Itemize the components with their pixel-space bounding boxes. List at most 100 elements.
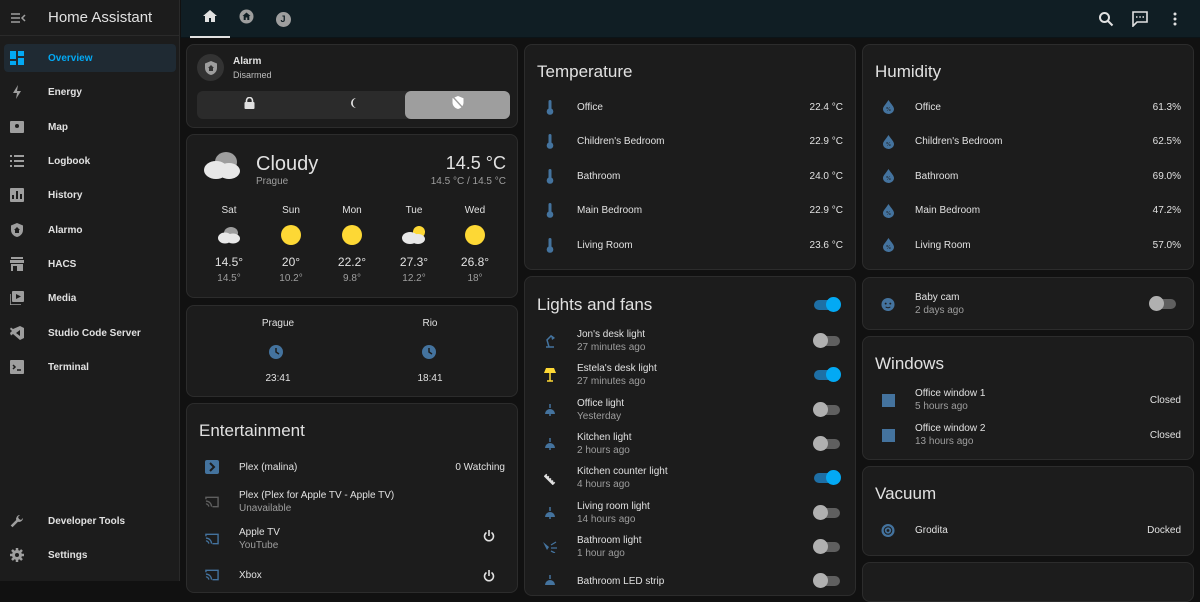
light-toggle[interactable] — [813, 504, 840, 520]
sidebar-item-media[interactable]: Media — [4, 284, 176, 312]
sidebar-item-history[interactable]: History — [4, 181, 176, 209]
assist-icon[interactable] — [1132, 11, 1148, 28]
card-title: Temperature — [537, 62, 633, 81]
search-icon[interactable] — [1098, 11, 1114, 27]
sidebar-item-label: HACS — [48, 258, 77, 270]
window-closed-icon — [881, 428, 895, 442]
light-row[interactable]: Kitchen light 2 hours ago — [525, 427, 855, 461]
forecast-high: 26.8° — [460, 255, 490, 269]
babycam-updated: 2 days ago — [915, 305, 964, 316]
media-row-plex-apple-tv[interactable]: Plex (Plex for Apple TV - Apple TV) Unava… — [187, 485, 517, 519]
sensor-value: 69.0% — [1152, 170, 1181, 182]
sidebar-item-hacs[interactable]: HACS — [4, 250, 176, 278]
arm-night-button[interactable] — [301, 91, 405, 119]
media-row-xbox[interactable]: Xbox — [187, 558, 517, 592]
cast-icon — [205, 495, 219, 509]
window-name: Office window 2 — [915, 423, 986, 434]
media-value: 0 Watching — [455, 461, 505, 473]
temperature-row[interactable]: Main Bedroom 22.9 °C — [525, 194, 855, 228]
light-row[interactable]: Living room light 14 hours ago — [525, 496, 855, 530]
media-row-apple-tv[interactable]: Apple TV YouTube — [187, 522, 517, 556]
cloudy-icon — [214, 223, 244, 247]
humidity-row[interactable]: % Living Room 57.0% — [863, 228, 1193, 262]
weather-card[interactable]: Cloudy Prague 14.5 °C 14.5 °C / 14.5 °C … — [186, 134, 518, 298]
app-title: Home Assistant — [48, 9, 153, 26]
light-row[interactable]: Estela's desk light 27 minutes ago — [525, 358, 855, 392]
light-toggle[interactable] — [813, 401, 840, 417]
sidebar-item-logbook[interactable]: Logbook — [4, 147, 176, 175]
more-vertical-icon[interactable] — [1167, 11, 1183, 27]
sidebar-header: Home Assistant — [0, 0, 179, 36]
tab-user-j[interactable]: J — [263, 0, 303, 38]
light-toggle[interactable] — [814, 470, 841, 486]
light-toggle[interactable] — [813, 573, 840, 589]
water-percent-icon: % — [881, 238, 895, 252]
babycam-name: Baby cam — [915, 292, 960, 303]
power-icon[interactable] — [483, 530, 495, 548]
sidebar-item-overview[interactable]: Overview — [4, 44, 176, 72]
sidebar-item-label: Media — [48, 292, 77, 304]
humidity-row[interactable]: % Office 61.3% — [863, 90, 1193, 124]
temperature-row[interactable]: Children's Bedroom 22.9 °C — [525, 125, 855, 159]
thermometer-icon — [543, 168, 557, 184]
forecast-low: 14.5° — [217, 273, 241, 284]
light-row[interactable]: Bathroom light 1 hour ago — [525, 530, 855, 564]
temperature-row[interactable]: Living Room 23.6 °C — [525, 228, 855, 262]
light-row[interactable]: Jon's desk light 27 minutes ago — [525, 324, 855, 358]
sensor-name: Office — [915, 101, 941, 113]
media-status: Unavailable — [239, 503, 292, 514]
temperature-row[interactable]: Bathroom 24.0 °C — [525, 159, 855, 193]
tab-home-circle[interactable] — [226, 0, 266, 38]
babycam-row[interactable]: Baby cam 2 days ago — [863, 287, 1193, 321]
sidebar-item-label: Logbook — [48, 155, 91, 167]
temperature-row[interactable]: Office 22.4 °C — [525, 90, 855, 124]
humidity-row[interactable]: % Bathroom 69.0% — [863, 159, 1193, 193]
light-toggle[interactable] — [814, 367, 841, 383]
light-toggle[interactable] — [813, 435, 840, 451]
sidebar-item-studio-code-server[interactable]: Studio Code Server — [4, 319, 176, 347]
tab-home[interactable] — [190, 0, 230, 38]
window-updated: 13 hours ago — [915, 436, 974, 447]
light-name: Kitchen counter light — [577, 466, 668, 478]
ceiling-light-icon — [543, 506, 557, 520]
card-title: Vacuum — [875, 484, 937, 503]
store-icon — [10, 257, 24, 271]
entertainment-card: Entertainment Plex (malina) 0 Watching P… — [186, 403, 518, 593]
sidebar-item-energy[interactable]: Energy — [4, 78, 176, 106]
window-state: Closed — [1149, 394, 1181, 406]
window-row[interactable]: Office window 1 5 hours ago Closed — [863, 383, 1193, 417]
sidebar-item-map[interactable]: Map — [4, 113, 176, 141]
sidebar-item-alarmo[interactable]: Alarmo — [4, 216, 176, 244]
forecast-day: Wed — [464, 205, 486, 216]
shield-home-icon[interactable] — [197, 54, 224, 81]
window-row[interactable]: Office window 2 13 hours ago Closed — [863, 418, 1193, 452]
lights-master-toggle[interactable] — [814, 297, 855, 312]
forecast-low: 9.8° — [343, 273, 361, 284]
humidity-row[interactable]: % Children's Bedroom 62.5% — [863, 125, 1193, 159]
play-icon — [10, 291, 24, 305]
light-row[interactable]: Kitchen counter light 4 hours ago — [525, 461, 855, 495]
light-row[interactable]: Bathroom LED strip — [525, 564, 855, 598]
vacuum-state: Docked — [1147, 524, 1181, 536]
sidebar-item-developer-tools[interactable]: Developer Tools — [4, 507, 176, 535]
vacuum-row[interactable]: Grodita Docked — [863, 513, 1193, 547]
disarm-button[interactable] — [405, 91, 510, 119]
sensor-value: 62.5% — [1152, 136, 1181, 147]
top-app-bar: J — [181, 0, 1200, 38]
sensor-value: 22.4 °C — [809, 101, 843, 113]
light-toggle[interactable] — [813, 333, 840, 348]
light-updated: 2 hours ago — [577, 444, 630, 456]
power-icon[interactable] — [483, 570, 495, 588]
light-toggle[interactable] — [813, 538, 840, 554]
media-row-plex-malina[interactable]: Plex (malina) 0 Watching — [187, 450, 517, 484]
menu-collapse-icon[interactable] — [10, 10, 26, 26]
sidebar-item-terminal[interactable]: Terminal — [4, 353, 176, 381]
sensor-value: 23.6 °C — [809, 239, 843, 251]
light-row[interactable]: Office light Yesterday — [525, 393, 855, 427]
sidebar-item-label: Energy — [48, 86, 82, 98]
sidebar-item-settings[interactable]: Settings — [4, 541, 176, 569]
arm-away-button[interactable] — [197, 91, 301, 119]
babycam-toggle[interactable] — [1149, 296, 1176, 311]
humidity-row[interactable]: % Main Bedroom 47.2% — [863, 194, 1193, 228]
sensor-name: Living Room — [577, 239, 633, 251]
